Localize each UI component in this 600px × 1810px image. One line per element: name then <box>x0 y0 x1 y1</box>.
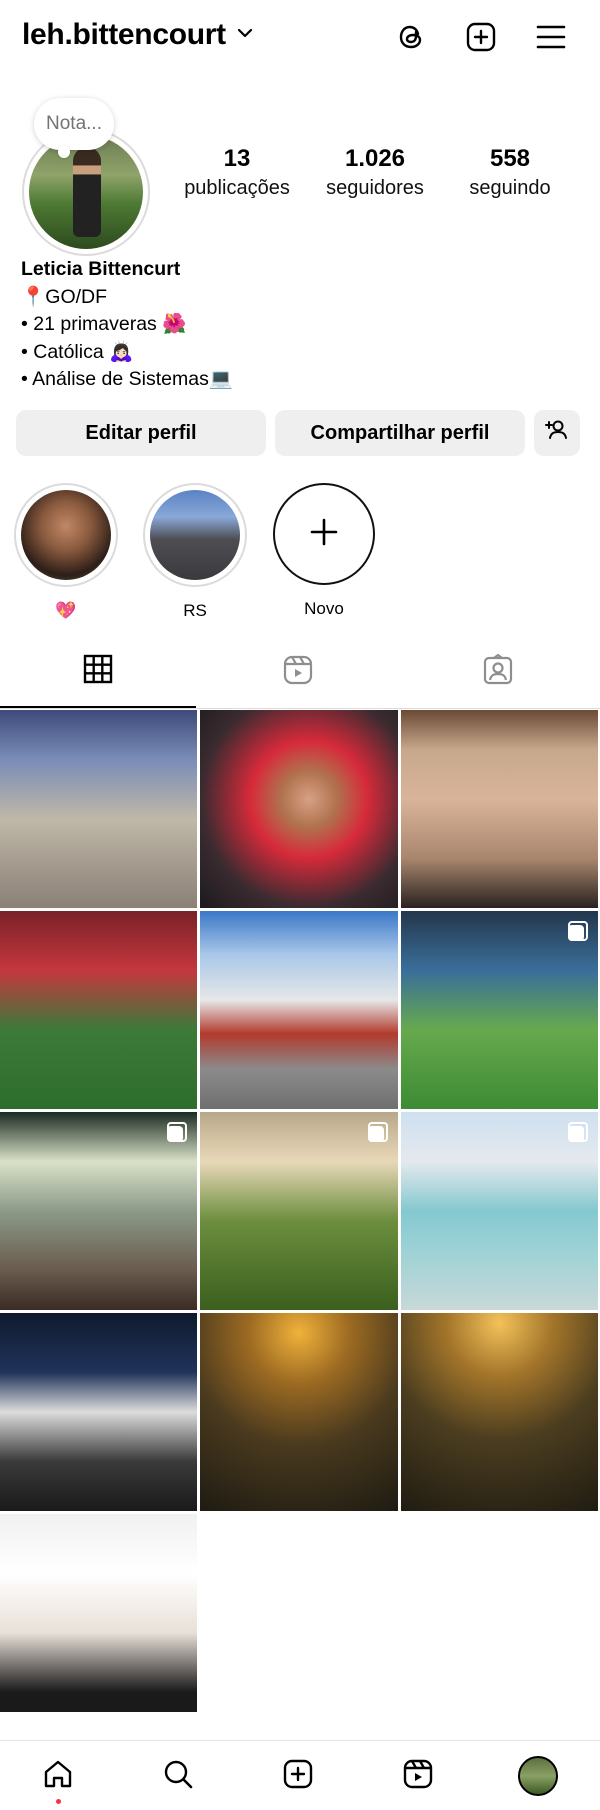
posts-stat[interactable]: 13 publicações <box>178 144 296 202</box>
add-person-icon <box>544 417 570 449</box>
username: leh.bittencourt <box>22 18 226 51</box>
grid-icon <box>82 653 114 690</box>
post-thumbnail[interactable] <box>401 710 598 908</box>
following-count: 558 <box>489 145 531 172</box>
highlight-cover <box>21 490 111 580</box>
posts-label: publicações <box>184 177 290 199</box>
bio-line-location: 📍GO/DF <box>21 285 108 308</box>
tab-posts-grid[interactable] <box>0 637 196 708</box>
threads-icon[interactable] <box>392 18 430 56</box>
posts-grid <box>0 710 600 1712</box>
post-thumbnail[interactable] <box>200 911 398 1109</box>
nav-search[interactable] <box>155 1753 201 1799</box>
highlight-cover <box>150 490 240 580</box>
highlight-label: 💖 <box>55 601 77 620</box>
carousel-icon <box>568 1122 588 1142</box>
nav-profile[interactable] <box>515 1753 561 1799</box>
post-thumbnail[interactable] <box>200 710 398 908</box>
highlight-label: Novo <box>304 599 344 618</box>
create-icon <box>281 1757 315 1796</box>
search-icon <box>161 1757 195 1796</box>
reels-icon <box>401 1757 435 1796</box>
notification-dot <box>56 1799 61 1804</box>
post-thumbnail[interactable] <box>0 911 197 1109</box>
following-label: seguindo <box>469 177 551 199</box>
note-bubble[interactable]: Nota... <box>34 98 114 158</box>
highlight-rs[interactable]: RS <box>143 483 247 621</box>
post-thumbnail[interactable] <box>0 710 197 908</box>
following-stat[interactable]: 558 seguindo <box>458 144 562 202</box>
post-thumbnail[interactable] <box>0 1112 197 1310</box>
carousel-icon <box>368 1122 388 1142</box>
carousel-icon <box>568 921 588 941</box>
post-thumbnail[interactable] <box>200 1313 398 1511</box>
bio-line-age: • 21 primaveras 🌺 <box>21 313 187 335</box>
plus-icon <box>307 515 341 554</box>
nav-reels[interactable] <box>395 1753 441 1799</box>
tab-tagged[interactable] <box>400 637 596 708</box>
post-thumbnail[interactable] <box>0 1313 197 1511</box>
tab-reels[interactable] <box>200 637 396 708</box>
home-icon <box>41 1757 75 1796</box>
highlight-label: RS <box>183 601 207 620</box>
add-highlight-button[interactable] <box>273 483 375 585</box>
highlight-heart[interactable]: 💖 <box>14 483 118 621</box>
post-thumbnail[interactable] <box>401 1112 598 1310</box>
profile-bio: Leticia Bittencurt 📍GO/DF • 21 primavera… <box>21 256 233 394</box>
followers-count: 1.026 <box>344 145 406 172</box>
bottom-navigation <box>0 1740 600 1810</box>
carousel-icon <box>167 1122 187 1142</box>
post-thumbnail[interactable] <box>401 911 598 1109</box>
followers-label: seguidores <box>326 177 424 199</box>
nav-home[interactable] <box>35 1753 81 1804</box>
note-text: Nota... <box>46 113 102 134</box>
discover-people-button[interactable] <box>534 410 580 456</box>
share-profile-button[interactable]: Compartilhar perfil <box>275 410 525 456</box>
profile-photo <box>29 135 143 249</box>
bio-line-religion: • Católica 🙇🏻‍♀️ <box>21 340 134 363</box>
tagged-icon <box>482 653 514 691</box>
followers-stat[interactable]: 1.026 seguidores <box>316 144 434 202</box>
reels-icon <box>282 654 314 691</box>
account-switcher[interactable]: leh.bittencourt <box>22 18 254 52</box>
post-thumbnail[interactable] <box>401 1313 598 1511</box>
create-post-icon[interactable] <box>462 18 500 56</box>
profile-tabs <box>0 637 600 709</box>
post-thumbnail[interactable] <box>0 1514 197 1712</box>
display-name: Leticia Bittencurt <box>21 258 181 280</box>
posts-count: 13 <box>223 145 251 172</box>
highlight-new[interactable]: Novo <box>272 483 376 619</box>
bio-line-study: • Análise de Sistemas💻 <box>21 368 234 390</box>
post-thumbnail[interactable] <box>200 1112 398 1310</box>
menu-icon[interactable] <box>532 18 570 56</box>
edit-profile-button[interactable]: Editar perfil <box>16 410 266 456</box>
profile-avatar <box>518 1756 558 1796</box>
top-header: leh.bittencourt <box>0 0 600 76</box>
chevron-down-icon <box>236 24 254 47</box>
nav-create[interactable] <box>275 1753 321 1799</box>
